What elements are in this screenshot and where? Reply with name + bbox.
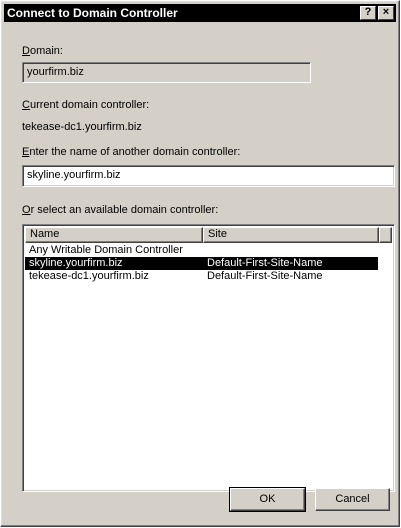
dc-list[interactable]: Name Site Any Writable Domain Controller… [22,224,395,492]
column-header-name[interactable]: Name [25,227,203,243]
dc-site-cell: Default-First-Site-Name [207,257,323,269]
list-item[interactable]: Any Writable Domain Controller [25,244,392,257]
ok-button[interactable]: OK [229,487,306,512]
close-button[interactable]: × [378,6,394,20]
dc-name-input[interactable]: skyline.yourfirm.biz [22,165,395,187]
close-icon: × [382,6,390,18]
current-dc-label: Current domain controller: [22,99,150,111]
domain-label: Domain: [22,45,63,57]
help-button[interactable]: ? [360,6,376,20]
current-dc-value: tekease-dc1.yourfirm.biz [22,121,142,133]
help-icon: ? [364,6,372,18]
list-item[interactable]: tekease-dc1.yourfirm.biz Default-First-S… [25,270,392,283]
title-bar[interactable]: Connect to Domain Controller ? × [4,4,396,22]
list-item-selected[interactable]: skyline.yourfirm.biz Default-First-Site-… [25,257,378,270]
cancel-button[interactable]: Cancel [315,488,390,511]
list-body: Any Writable Domain Controller skyline.y… [25,244,392,283]
list-header: Name Site [25,227,392,243]
domain-field: yourfirm.biz [22,62,311,83]
available-dc-label: Or select an available domain controller… [22,204,219,216]
connect-dialog: Connect to Domain Controller ? × Domain:… [0,0,400,527]
dc-name-cell: tekease-dc1.yourfirm.biz [29,270,149,282]
dialog-title: Connect to Domain Controller [7,6,178,20]
dc-site-cell: Default-First-Site-Name [207,270,323,282]
column-header-filler [379,227,392,243]
column-header-site[interactable]: Site [203,227,379,243]
dc-name-cell: skyline.yourfirm.biz [29,257,123,269]
enter-dc-label: Enter the name of another domain control… [22,146,241,158]
dc-name-cell: Any Writable Domain Controller [29,244,183,256]
